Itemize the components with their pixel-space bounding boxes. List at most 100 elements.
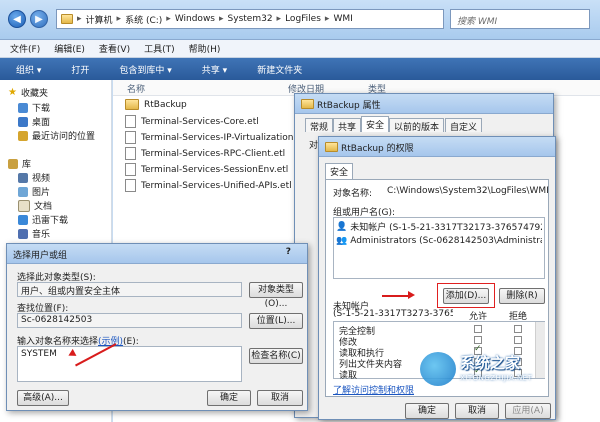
back-button[interactable]: ◀ (8, 10, 26, 28)
ok-button[interactable]: 确定 (405, 403, 449, 419)
tab-security[interactable]: 安全 (361, 116, 390, 132)
folder-icon (61, 14, 73, 24)
object-types-button[interactable]: 对象类型(O)... (249, 282, 303, 309)
list-item[interactable]: 👥 Administrators (Sc-0628142503\Administ… (336, 236, 542, 246)
file-name: RtBackup (144, 99, 187, 110)
tab-customize[interactable]: 自定义 (445, 118, 483, 133)
sidebar-item-recent[interactable]: 最近访问的位置 (18, 129, 95, 142)
permissions-title-bar: RtBackup 的权限 (319, 137, 555, 157)
menu-file[interactable]: 文件(F) (10, 42, 40, 55)
deny-full-control-checkbox[interactable] (514, 325, 522, 333)
file-icon (125, 163, 136, 176)
sidebar-item-label: 迅雷下载 (32, 216, 69, 226)
object-type-value: 用户、组或内置安全主体 (17, 282, 242, 297)
file-name: Terminal-Services-RPC-Client.etl (141, 148, 286, 159)
cancel-button[interactable]: 取消 (257, 390, 303, 406)
apply-button[interactable]: 应用(A) (505, 403, 551, 419)
select-user-title-bar: 选择用户或组 ? (7, 244, 307, 264)
file-icon (125, 147, 136, 160)
sidebar-item-music[interactable]: 音乐 (18, 227, 50, 240)
allow-full-control-checkbox[interactable] (474, 325, 482, 333)
tab-general[interactable]: 常规 (305, 118, 334, 133)
sidebar-item-label: 桌面 (32, 118, 51, 128)
menu-help[interactable]: 帮助(H) (189, 42, 221, 55)
file-name: Terminal-Services-IP-Virtualization.etl (141, 132, 308, 143)
sidebar-item-label: 视频 (32, 174, 51, 184)
breadcrumb-separator: ▸ (324, 14, 330, 24)
include-in-library-button[interactable]: 包含到库中 ▾ (119, 63, 171, 76)
file-name: Terminal-Services-Unified-APIs.etl (141, 180, 292, 191)
watermark-url: XITONGZHIJIA.NET (460, 374, 533, 382)
ok-button[interactable]: 确定 (207, 390, 251, 406)
list-item[interactable]: RtBackup (125, 99, 187, 110)
sidebar-item-thunder[interactable]: 迅雷下载 (18, 213, 68, 226)
address-input[interactable]: ▸ 计算机 ▸ 系统 (C:) ▸ Windows ▸ System32 ▸ L… (56, 9, 444, 29)
list-item[interactable]: Terminal-Services-Unified-APIs.etl (125, 179, 292, 192)
list-item[interactable]: Terminal-Services-RPC-Client.etl (125, 147, 285, 160)
breadcrumb-system32[interactable]: System32 (228, 14, 273, 24)
music-icon (18, 228, 28, 239)
breadcrumb-drive[interactable]: 系统 (C:) (125, 13, 162, 26)
list-item[interactable]: Terminal-Services-Core.etl (125, 115, 259, 128)
menu-edit[interactable]: 编辑(E) (54, 42, 85, 55)
annotation-arrow-add (382, 295, 408, 297)
allow-modify-checkbox[interactable] (474, 336, 482, 344)
column-name[interactable]: 名称 (127, 82, 145, 95)
tab-previous-versions[interactable]: 以前的版本 (389, 118, 445, 133)
deny-modify-checkbox[interactable] (514, 336, 522, 344)
share-button[interactable]: 共享 ▾ (202, 63, 227, 76)
sidebar-libraries[interactable]: 库 (8, 157, 31, 170)
cancel-button[interactable]: 取消 (455, 403, 499, 419)
menu-bar: 文件(F) 编辑(E) 查看(V) 工具(T) 帮助(H) (0, 40, 600, 58)
sidebar-item-videos[interactable]: 视频 (18, 171, 50, 184)
select-user-dialog: 选择用户或组 ? 选择此对象类型(S): 用户、组或内置安全主体 对象类型(O)… (6, 243, 308, 411)
organize-button[interactable]: 组织 ▾ (16, 63, 41, 76)
file-name: Terminal-Services-SessionEnv.etl (141, 164, 289, 175)
object-name-input[interactable]: SYSTEM (17, 346, 242, 382)
sidebar-item-downloads[interactable]: 下载 (18, 101, 50, 114)
sidebar-item-label: 下载 (32, 104, 51, 114)
breadcrumb-wmi[interactable]: WMI (333, 14, 352, 24)
list-item[interactable]: 👤 未知帐户 (S-1-5-21-3317T32173-376574792-26… (336, 220, 542, 234)
file-icon (125, 115, 136, 128)
file-icon (125, 179, 136, 192)
breadcrumb-computer[interactable]: 计算机 (86, 13, 113, 26)
dialog-title: RtBackup 的权限 (341, 144, 414, 154)
search-input[interactable]: 搜索 WMI (450, 9, 590, 29)
access-control-link[interactable]: 了解访问控制和权限 (333, 383, 414, 396)
tab-security[interactable]: 安全 (325, 163, 354, 179)
help-icon[interactable]: ? (286, 247, 291, 257)
new-folder-button[interactable]: 新建文件夹 (257, 63, 302, 76)
list-item[interactable]: Terminal-Services-SessionEnv.etl (125, 163, 288, 176)
sidebar-item-label: 文档 (34, 202, 53, 212)
forward-button[interactable]: ▶ (30, 10, 48, 28)
locations-button[interactable]: 位置(L)... (249, 313, 303, 329)
users-list[interactable]: 👤 未知帐户 (S-1-5-21-3317T32173-376574792-26… (333, 217, 545, 279)
sidebar-favorites[interactable]: ★ 收藏夹 (8, 86, 48, 99)
sidebar-item-desktop[interactable]: 桌面 (18, 115, 50, 128)
breadcrumb-separator: ▸ (77, 14, 82, 24)
sidebar-item-documents[interactable]: 文档 (18, 199, 52, 212)
file-name: Terminal-Services-Core.etl (141, 116, 259, 127)
folder-icon (125, 99, 139, 110)
menu-tools[interactable]: 工具(T) (144, 42, 175, 55)
list-item[interactable]: Terminal-Services-IP-Virtualization.etl (125, 131, 308, 144)
advanced-button[interactable]: 高级(A)... (17, 390, 69, 406)
recent-places-icon (18, 130, 28, 141)
video-icon (18, 172, 28, 183)
sidebar-libraries-label: 库 (22, 160, 32, 170)
sidebar-item-label: 音乐 (32, 230, 51, 240)
picture-icon (18, 186, 28, 197)
tab-sharing[interactable]: 共享 (333, 118, 362, 133)
menu-view[interactable]: 查看(V) (99, 42, 130, 55)
check-names-button[interactable]: 检查名称(C) (249, 348, 303, 364)
breadcrumb-logfiles[interactable]: LogFiles (285, 14, 321, 24)
command-bar: 组织 ▾ 打开 包含到库中 ▾ 共享 ▾ 新建文件夹 (0, 58, 600, 80)
breadcrumb-windows[interactable]: Windows (175, 14, 215, 24)
file-icon (125, 131, 136, 144)
remove-button[interactable]: 删除(R) (499, 288, 545, 304)
location-value: Sc-0628142503 (17, 313, 242, 328)
sidebar-item-pictures[interactable]: 图片 (18, 185, 50, 198)
user-name: Administrators (Sc-0628142503\Administra… (350, 236, 542, 246)
open-button[interactable]: 打开 (71, 63, 89, 76)
